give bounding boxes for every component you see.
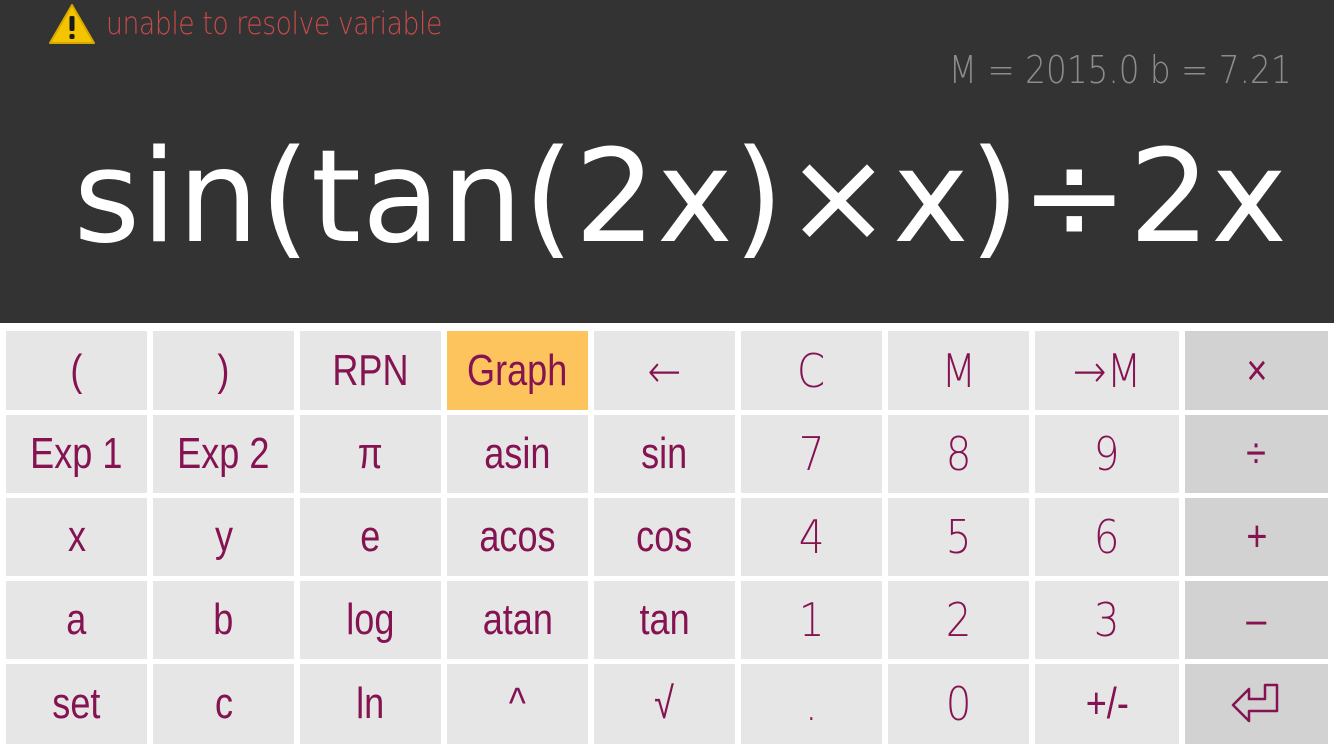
key-clear-label: C: [797, 343, 826, 398]
key-digit-0[interactable]: 0: [888, 664, 1029, 744]
key-set[interactable]: set: [6, 664, 147, 744]
key-digit-7[interactable]: 7: [741, 415, 882, 493]
key-asin[interactable]: asin: [447, 415, 588, 493]
key-tan-label: tan: [639, 595, 690, 644]
key-memory-store[interactable]: →M: [1035, 331, 1179, 410]
key-tan[interactable]: tan: [594, 581, 735, 659]
key-exp-2[interactable]: Exp 2: [153, 415, 294, 493]
key-digit-2[interactable]: 2: [888, 581, 1029, 659]
key-graph-label: Graph: [467, 345, 568, 395]
key-divide[interactable]: ÷: [1185, 415, 1328, 493]
key-atan-label: atan: [482, 595, 553, 644]
key-acos-label: acos: [479, 512, 556, 561]
key-ln[interactable]: ln: [300, 664, 441, 744]
key-atan[interactable]: atan: [447, 581, 588, 659]
key-graph[interactable]: Graph: [447, 331, 588, 410]
key-negate[interactable]: +/-: [1035, 664, 1179, 744]
key-add-label: +: [1245, 512, 1268, 561]
enter-return-icon: [1231, 683, 1278, 723]
key-open-paren-label: (: [70, 345, 83, 395]
key-log-label: log: [346, 595, 395, 644]
key-backspace[interactable]: ←: [594, 331, 735, 410]
key-const-e-label: e: [360, 512, 381, 561]
key-digit-9-label: 9: [1094, 427, 1120, 481]
warning-text: unable to resolve variable: [106, 6, 442, 42]
key-set-label: set: [52, 679, 101, 728]
key-memory-recall-label: M: [941, 343, 976, 398]
key-digit-1[interactable]: 1: [741, 581, 882, 659]
key-digit-3[interactable]: 3: [1035, 581, 1179, 659]
key-digit-4-label: 4: [798, 510, 825, 564]
key-acos[interactable]: acos: [447, 498, 588, 576]
key-var-a-label: a: [66, 595, 87, 644]
key-digit-2-label: 2: [945, 593, 972, 647]
key-var-y-label: y: [214, 512, 233, 561]
key-ln-label: ln: [356, 679, 385, 728]
key-add[interactable]: +: [1185, 498, 1328, 576]
key-open-paren[interactable]: (: [6, 331, 147, 410]
memory-readout: M = 2015.0 b = 7.21: [949, 48, 1292, 92]
key-digit-6-label: 6: [1094, 510, 1120, 564]
key-var-x[interactable]: x: [6, 498, 147, 576]
key-multiply[interactable]: ×: [1185, 331, 1328, 410]
key-digit-9[interactable]: 9: [1035, 415, 1179, 493]
key-memory-store-label: →M: [1072, 343, 1142, 398]
key-divide-label: ÷: [1246, 429, 1267, 478]
key-digit-5-label: 5: [945, 510, 972, 564]
key-var-c-label: c: [214, 679, 233, 728]
key-sin[interactable]: sin: [594, 415, 735, 493]
display-panel: unable to resolve variable M = 2015.0 b …: [0, 0, 1334, 323]
key-enter[interactable]: [1185, 664, 1328, 744]
keypad: () RPN Graph ← C M →M × Exp 1 Exp 2 π asin sin 7 8 9 ÷ x y…: [0, 323, 1334, 750]
key-const-e[interactable]: e: [300, 498, 441, 576]
key-digit-5[interactable]: 5: [888, 498, 1029, 576]
key-digit-8[interactable]: 8: [888, 415, 1029, 493]
key-power[interactable]: ^: [447, 664, 588, 744]
key-digit-3-label: 3: [1094, 593, 1120, 647]
key-pi-label: π: [358, 429, 383, 478]
key-asin-label: asin: [484, 429, 551, 478]
key-close-paren-label: ): [217, 345, 230, 395]
key-digit-6[interactable]: 6: [1035, 498, 1179, 576]
key-close-paren[interactable]: ): [153, 331, 294, 410]
key-var-x-label: x: [67, 512, 86, 561]
key-digit-8-label: 8: [945, 427, 972, 481]
key-subtract-label: –: [1246, 595, 1267, 644]
key-digit-4[interactable]: 4: [741, 498, 882, 576]
key-exp-2-label: Exp 2: [177, 429, 270, 478]
key-sin-label: sin: [641, 429, 688, 478]
key-negate-label: +/-: [1085, 679, 1129, 728]
warning-message: unable to resolve variable: [48, 2, 497, 46]
key-sqrt-label: √: [654, 679, 675, 728]
key-var-b-label: b: [213, 595, 234, 644]
key-subtract[interactable]: –: [1185, 581, 1328, 659]
key-var-a[interactable]: a: [6, 581, 147, 659]
expression-display: sin(tan(2x)×x)÷2x: [73, 123, 1288, 272]
key-cos[interactable]: cos: [594, 498, 735, 576]
key-memory-recall[interactable]: M: [888, 331, 1029, 410]
key-decimal-point[interactable]: .: [741, 664, 882, 744]
key-rpn-label: RPN: [332, 345, 409, 395]
key-backspace-label: ←: [647, 343, 682, 398]
key-multiply-label: ×: [1245, 345, 1268, 395]
key-log[interactable]: log: [300, 581, 441, 659]
key-cos-label: cos: [636, 512, 693, 561]
key-var-c[interactable]: c: [153, 664, 294, 744]
key-power-label: ^: [509, 679, 526, 728]
key-var-y[interactable]: y: [153, 498, 294, 576]
key-rpn[interactable]: RPN: [300, 331, 441, 410]
key-pi[interactable]: π: [300, 415, 441, 493]
warning-triangle-icon: [49, 4, 95, 44]
key-var-b[interactable]: b: [153, 581, 294, 659]
key-decimal-point-label: .: [805, 677, 818, 731]
key-digit-7-label: 7: [798, 427, 825, 481]
key-digit-1-label: 1: [798, 593, 825, 647]
key-clear[interactable]: C: [741, 331, 882, 410]
key-exp-1[interactable]: Exp 1: [6, 415, 147, 493]
key-sqrt[interactable]: √: [594, 664, 735, 744]
key-digit-0-label: 0: [945, 677, 972, 731]
key-exp-1-label: Exp 1: [30, 429, 123, 478]
